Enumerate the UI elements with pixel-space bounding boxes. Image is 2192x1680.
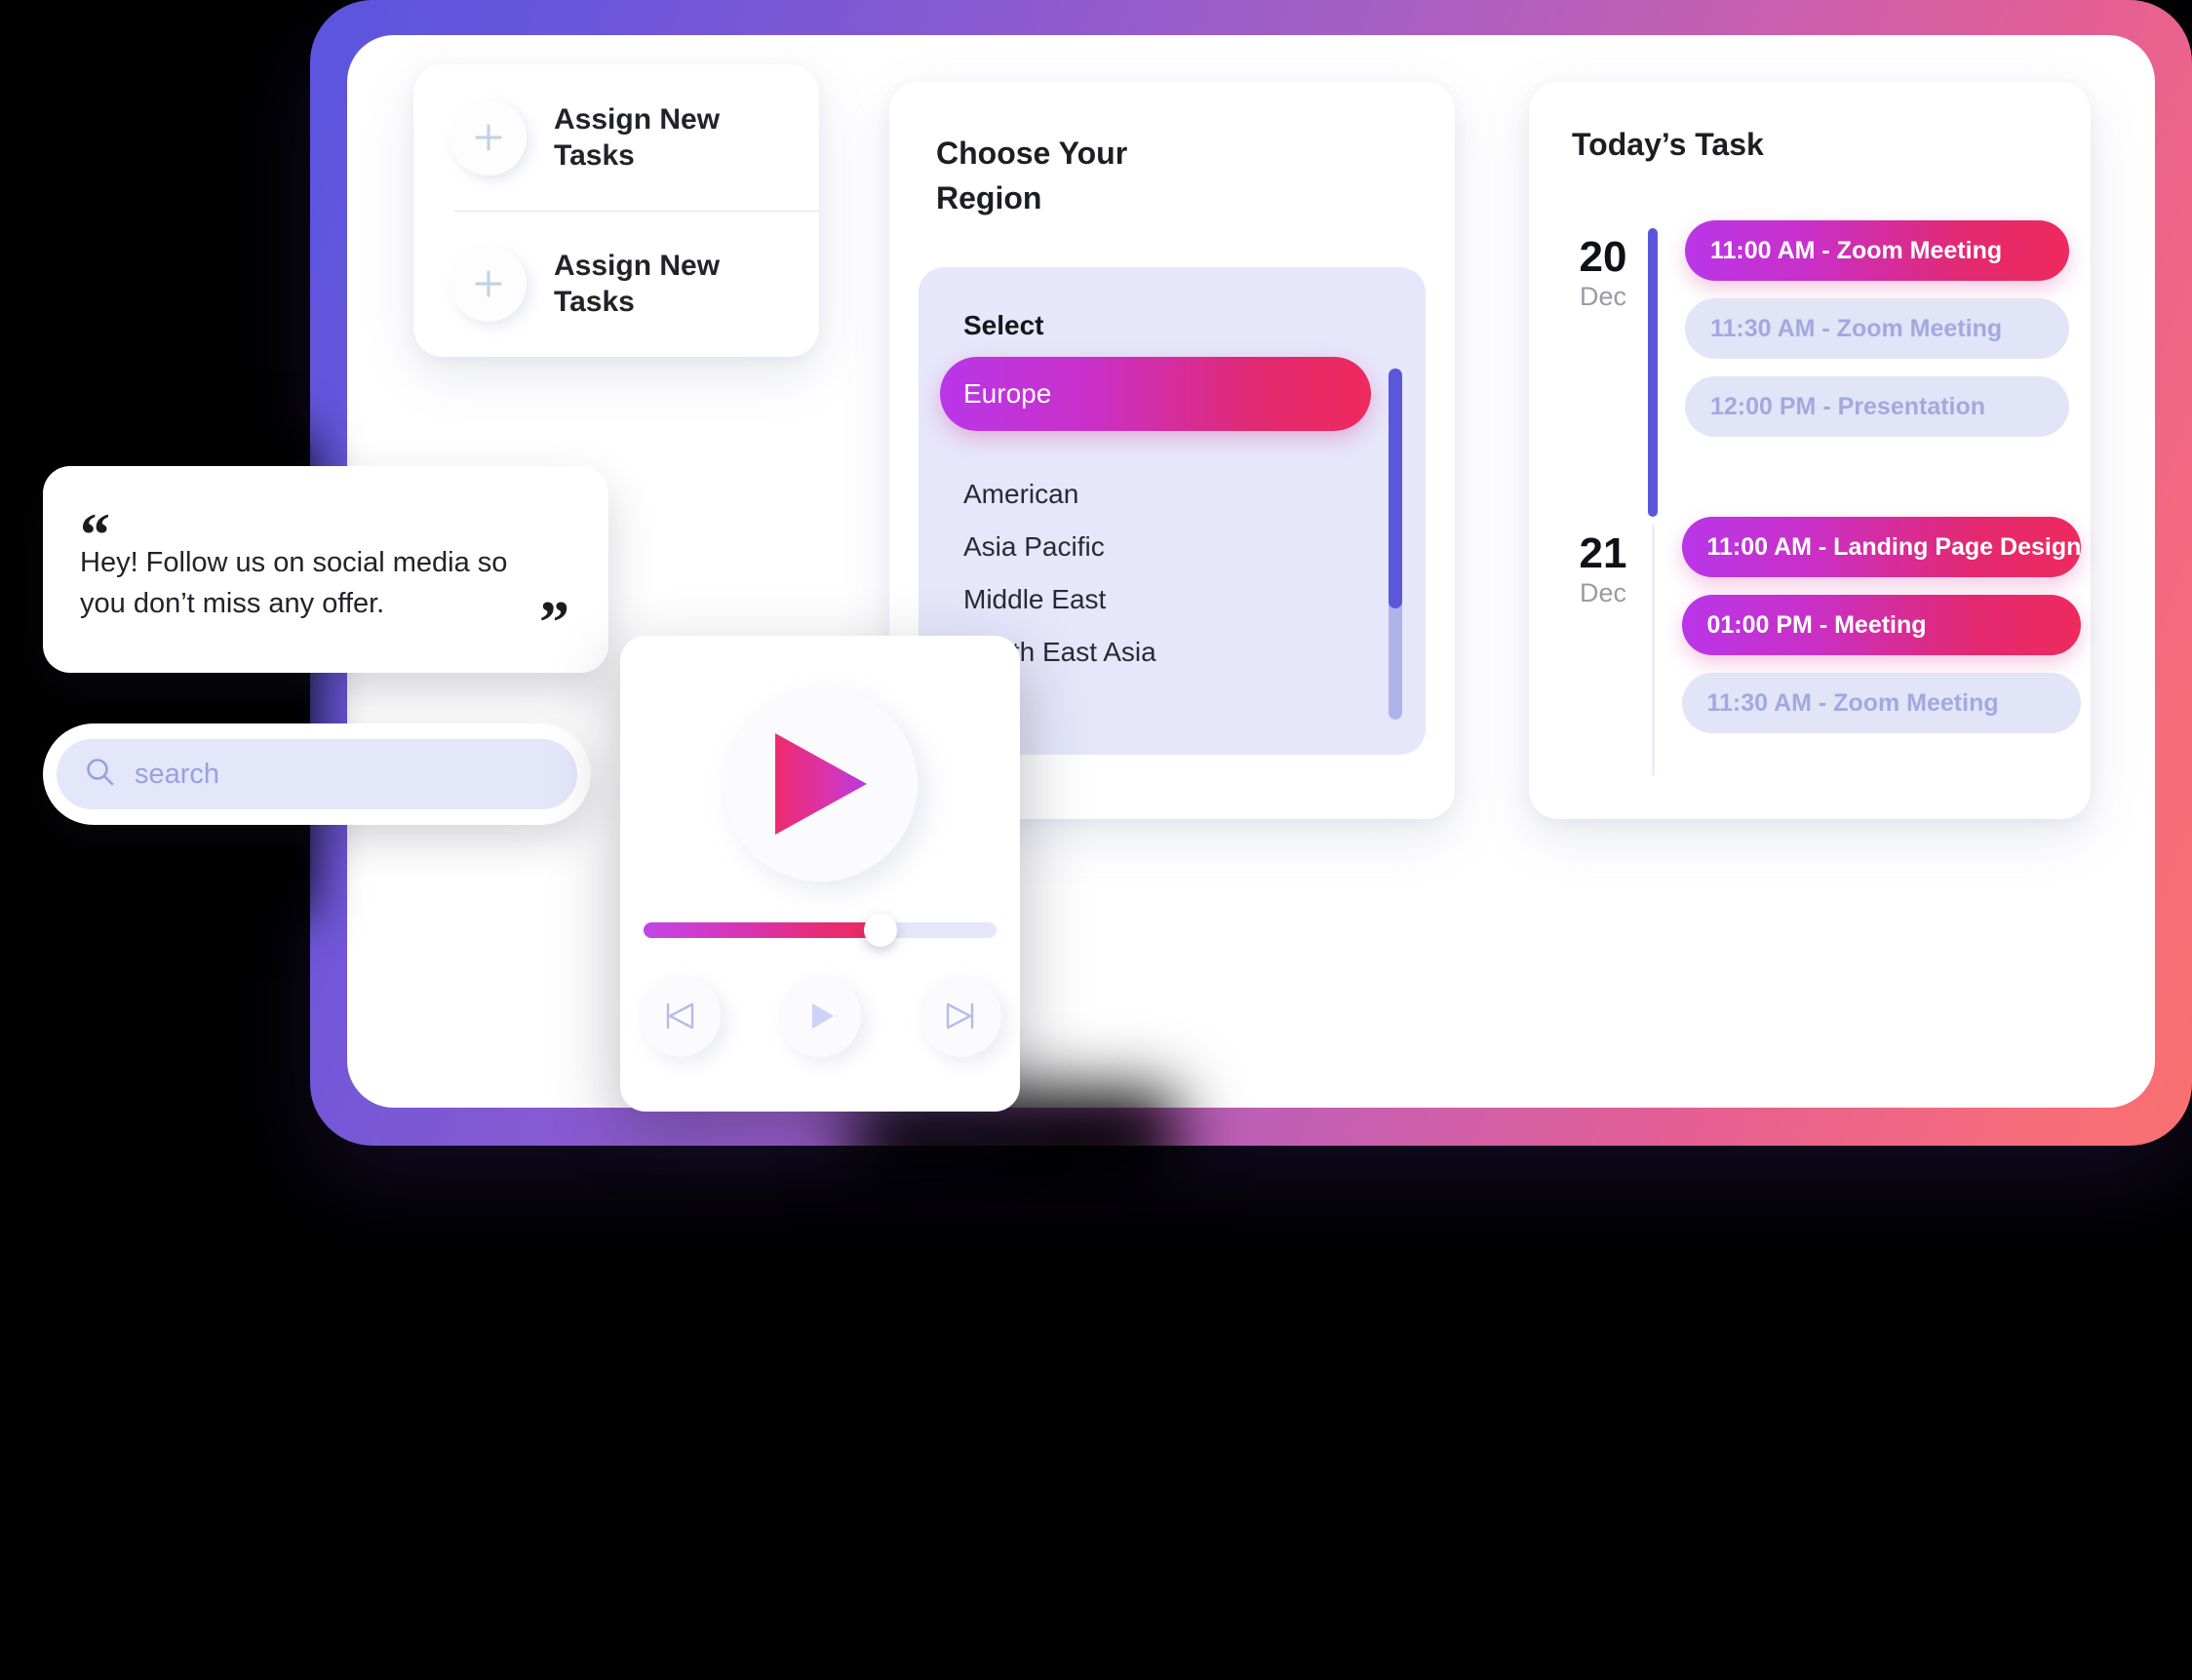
task-rail-active bbox=[1648, 228, 1658, 517]
previous-button[interactable] bbox=[639, 975, 721, 1057]
region-scrollbar-track[interactable] bbox=[1389, 369, 1402, 720]
task-pill[interactable]: 01:00 PM - Meeting bbox=[1681, 595, 2082, 655]
play-button[interactable] bbox=[779, 975, 861, 1057]
task-pill[interactable]: 12:00 PM - Presentation bbox=[1685, 376, 2069, 437]
transport-controls bbox=[620, 975, 1020, 1057]
task-pill[interactable]: 11:00 AM - Landing Page Design bbox=[1681, 517, 2082, 577]
region-option-middle-east[interactable]: Middle East bbox=[919, 573, 1426, 626]
assign-task-label-2: Assign New Tasks bbox=[554, 249, 721, 319]
region-list-gap bbox=[919, 431, 1426, 468]
skip-next-icon bbox=[946, 1002, 974, 1030]
region-scrollbar-thumb[interactable] bbox=[1389, 369, 1402, 608]
task-pill-list-21: 11:00 AM - Landing Page Design 01:00 PM … bbox=[1655, 517, 2082, 751]
region-option-american[interactable]: American bbox=[919, 468, 1426, 521]
task-date-20: 20 Dec bbox=[1558, 220, 1648, 314]
task-month-label: Dec bbox=[1579, 282, 1626, 311]
region-select-label: Select bbox=[963, 310, 1044, 340]
task-day-number: 21 bbox=[1579, 529, 1627, 577]
task-group-21-dec: 21 Dec 11:00 AM - Landing Page Design 01… bbox=[1558, 517, 2082, 776]
task-month-label: Dec bbox=[1579, 578, 1626, 607]
quote-card: “ Hey! Follow us on social media so you … bbox=[43, 466, 608, 673]
task-card-title: Today’s Task bbox=[1572, 127, 1764, 162]
region-card-title: Choose Your Region bbox=[936, 136, 1128, 216]
progress-slider[interactable] bbox=[644, 914, 997, 947]
play-icon bbox=[775, 733, 867, 835]
media-player-card bbox=[620, 636, 1020, 1112]
region-option-list: Europe American Asia Pacific Middle East… bbox=[919, 357, 1426, 679]
plus-icon[interactable] bbox=[450, 99, 527, 176]
task-pill[interactable]: 11:30 AM - Zoom Meeting bbox=[1685, 298, 2069, 359]
task-pill[interactable]: 11:30 AM - Zoom Meeting bbox=[1681, 673, 2082, 733]
play-button-large[interactable] bbox=[723, 686, 918, 881]
play-icon bbox=[812, 1003, 834, 1029]
task-pill-list-20: 11:00 AM - Zoom Meeting 11:30 AM - Zoom … bbox=[1658, 220, 2069, 454]
todays-task-card: Today’s Task 20 Dec 11:00 AM - Zoom Meet… bbox=[1529, 82, 2091, 819]
progress-fill bbox=[644, 922, 881, 938]
search-icon bbox=[84, 756, 117, 794]
next-button[interactable] bbox=[920, 975, 1001, 1057]
task-day-number: 20 bbox=[1579, 233, 1627, 281]
skip-previous-icon bbox=[666, 1002, 694, 1030]
search-bar: search bbox=[43, 723, 591, 825]
region-option-europe[interactable]: Europe bbox=[940, 357, 1371, 431]
task-group-20-dec: 20 Dec 11:00 AM - Zoom Meeting 11:30 AM … bbox=[1558, 220, 2069, 517]
assign-task-label-1: Assign New Tasks bbox=[554, 102, 721, 173]
assign-card-divider bbox=[454, 211, 819, 212]
task-pill[interactable]: 11:00 AM - Zoom Meeting bbox=[1685, 220, 2069, 281]
quote-text: Hey! Follow us on social media so you do… bbox=[80, 547, 508, 620]
assign-task-row-1[interactable]: Assign New Tasks bbox=[413, 64, 819, 211]
region-option-asia-pacific[interactable]: Asia Pacific bbox=[919, 521, 1426, 573]
task-timeline: 20 Dec 11:00 AM - Zoom Meeting 11:30 AM … bbox=[1558, 220, 2082, 796]
task-date-21: 21 Dec bbox=[1558, 517, 1648, 610]
plus-icon[interactable] bbox=[450, 246, 527, 322]
close-quote-icon: ” bbox=[539, 590, 569, 656]
assign-tasks-card: Assign New Tasks Assign New Tasks bbox=[413, 64, 819, 357]
assign-task-row-2[interactable]: Assign New Tasks bbox=[413, 211, 819, 357]
progress-knob[interactable] bbox=[863, 914, 897, 947]
search-input[interactable]: search bbox=[57, 739, 577, 809]
search-placeholder: search bbox=[135, 758, 220, 790]
